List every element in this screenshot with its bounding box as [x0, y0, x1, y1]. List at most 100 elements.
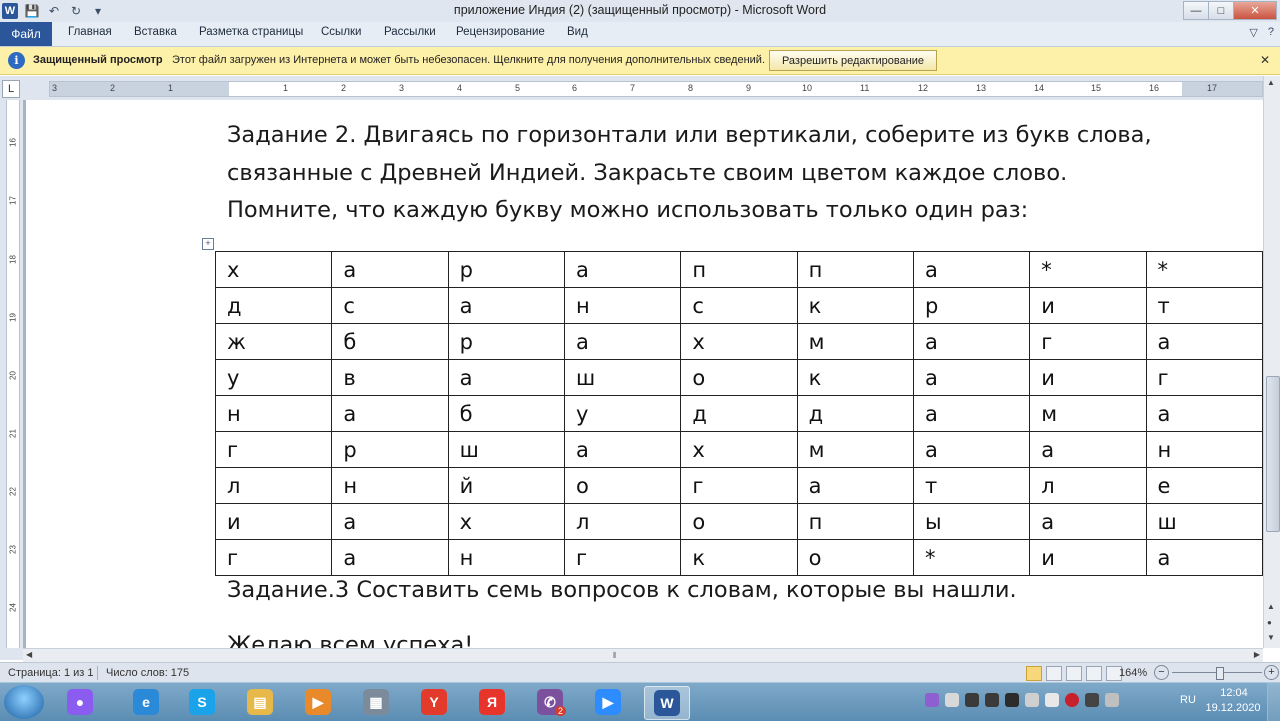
grid-cell[interactable]: *	[1029, 251, 1147, 288]
grid-cell[interactable]: ш	[447, 431, 566, 468]
tab-insert[interactable]: Вставка	[134, 26, 177, 38]
start-button[interactable]	[4, 685, 44, 719]
tab-page-layout[interactable]: Разметка страницы	[199, 26, 303, 38]
grid-cell[interactable]: н	[1145, 431, 1263, 468]
tab-file[interactable]: Файл	[0, 22, 52, 46]
grid-cell[interactable]: е	[1145, 467, 1263, 504]
grid-cell[interactable]: г	[563, 539, 682, 576]
grid-cell[interactable]: *	[1145, 251, 1263, 288]
grid-cell[interactable]: р	[912, 287, 1031, 324]
grid-cell[interactable]: а	[331, 503, 449, 540]
taskbar-media-button[interactable]: ▶	[296, 686, 340, 718]
grid-cell[interactable]: и	[1029, 359, 1147, 396]
grid-cell[interactable]: ы	[912, 503, 1031, 540]
horizontal-scrollbar[interactable]: ◀ ⦀ ▶	[23, 648, 1263, 663]
viber-tray-icon[interactable]	[925, 693, 939, 707]
previous-page-icon[interactable]: ▲	[1267, 602, 1275, 611]
grid-cell[interactable]: г	[1145, 359, 1263, 396]
grid-cell[interactable]: а	[1029, 431, 1147, 468]
taskbar-zoom-button[interactable]: ▶	[586, 686, 630, 718]
next-page-icon[interactable]: ▼	[1267, 633, 1275, 642]
grid-cell[interactable]: а	[331, 251, 449, 288]
close-bar-icon[interactable]: ✕	[1260, 53, 1270, 67]
outline-icon[interactable]	[1086, 666, 1102, 681]
grid-cell[interactable]: д	[214, 287, 333, 324]
grid-cell[interactable]: м	[796, 431, 914, 468]
horizontal-ruler[interactable]: 3 2 1 1 2 3 4 5 6 7 8 9 10 11 12 13 14 1…	[49, 81, 1263, 97]
minimize-button[interactable]: —	[1183, 1, 1209, 20]
tab-selector-button[interactable]: L	[2, 80, 20, 98]
print-layout-icon[interactable]	[1026, 666, 1042, 681]
grid-cell[interactable]: а	[796, 467, 914, 504]
mcafee-tray-icon[interactable]	[1065, 693, 1079, 707]
grid-cell[interactable]: а	[331, 395, 449, 432]
grid-cell[interactable]: р	[447, 251, 566, 288]
grid-cell[interactable]: х	[214, 251, 333, 288]
grid-cell[interactable]: х	[680, 323, 798, 360]
grid-cell[interactable]: п	[796, 251, 914, 288]
clock-time[interactable]: 12:04	[1214, 687, 1254, 699]
tab-home[interactable]: Главная	[68, 26, 112, 38]
scroll-up-icon[interactable]: ▲	[1267, 78, 1275, 87]
grid-cell[interactable]: г	[680, 467, 798, 504]
table-move-handle-icon[interactable]: +	[202, 238, 214, 250]
grid-cell[interactable]: н	[563, 287, 682, 324]
grid-cell[interactable]: и	[1029, 539, 1147, 576]
taskbar-calculator-button[interactable]: ▦	[354, 686, 398, 718]
minimize-ribbon-icon[interactable]: ▽	[1249, 26, 1257, 39]
grid-cell[interactable]: а	[1145, 323, 1263, 360]
taskbar-yandex-browser-button[interactable]: Y	[412, 686, 456, 718]
language-indicator[interactable]: RU	[1180, 694, 1196, 706]
grid-cell[interactable]: а	[1145, 395, 1263, 432]
grid-cell[interactable]: л	[214, 467, 333, 504]
scroll-left-icon[interactable]: ◀	[26, 650, 32, 659]
device-tray-icon[interactable]	[985, 693, 999, 707]
grid-cell[interactable]: х	[680, 431, 798, 468]
enable-editing-button[interactable]: Разрешить редактирование	[769, 50, 937, 71]
grid-cell[interactable]: а	[563, 323, 682, 360]
grid-cell[interactable]: п	[796, 503, 914, 540]
grid-cell[interactable]: у	[214, 359, 333, 396]
grid-cell[interactable]: м	[1029, 395, 1147, 432]
tab-mailings[interactable]: Рассылки	[384, 26, 436, 38]
browse-object-icon[interactable]: ●	[1267, 618, 1272, 627]
vertical-ruler[interactable]: 16 17 18 19 20 21 22 23 24	[6, 100, 20, 648]
grid-cell[interactable]: а	[912, 323, 1031, 360]
grid-cell[interactable]: в	[331, 359, 449, 396]
grid-cell[interactable]: а	[447, 287, 566, 324]
grid-cell[interactable]: д	[796, 395, 914, 432]
grid-cell[interactable]: к	[796, 359, 914, 396]
grid-cell[interactable]: о	[680, 359, 798, 396]
tab-references[interactable]: Ссылки	[321, 26, 362, 38]
scroll-right-icon[interactable]: ▶	[1254, 650, 1260, 659]
scroll-thumb[interactable]	[1266, 376, 1280, 532]
grid-cell[interactable]: р	[331, 431, 449, 468]
taskbar-ie-button[interactable]: e	[124, 686, 168, 718]
grid-cell[interactable]: с	[331, 287, 449, 324]
zoom-in-icon[interactable]: +	[1264, 665, 1279, 680]
taskbar-skype-button[interactable]: S	[180, 686, 224, 718]
help-icon[interactable]: ?	[1268, 26, 1274, 39]
grid-cell[interactable]: о	[796, 539, 914, 576]
grid-cell[interactable]: н	[214, 395, 333, 432]
grid-cell[interactable]: р	[447, 323, 566, 360]
taskbar-alisa-button[interactable]: ●	[58, 686, 102, 718]
clock-date[interactable]: 19.12.2020	[1200, 702, 1266, 714]
full-screen-reading-icon[interactable]	[1046, 666, 1062, 681]
grid-cell[interactable]: н	[447, 539, 566, 576]
taskbar-word-button[interactable]: W	[644, 686, 690, 720]
close-button[interactable]: ✕	[1233, 1, 1277, 20]
grid-cell[interactable]: а	[912, 431, 1031, 468]
zoom-out-icon[interactable]: −	[1154, 665, 1169, 680]
grid-cell[interactable]: м	[796, 323, 914, 360]
vertical-scrollbar[interactable]: ▲ ▲ ● ▼	[1263, 76, 1280, 648]
grid-cell[interactable]: и	[214, 503, 333, 540]
grid-cell[interactable]: г	[1029, 323, 1147, 360]
horizontal-scroll-grip-icon[interactable]: ⦀	[613, 651, 621, 660]
grid-cell[interactable]: г	[214, 539, 333, 576]
action-center-icon[interactable]	[1105, 693, 1119, 707]
grid-cell[interactable]: х	[447, 503, 566, 540]
taskbar-viber-button[interactable]: ✆ 2	[528, 686, 572, 718]
web-layout-icon[interactable]	[1066, 666, 1082, 681]
grid-cell[interactable]: а	[912, 251, 1031, 288]
